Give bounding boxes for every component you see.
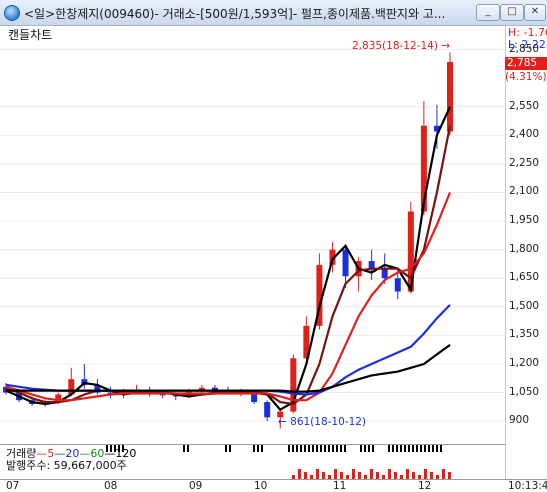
volume-bar xyxy=(344,445,346,452)
volume-bar xyxy=(304,472,307,479)
volume-bar xyxy=(364,445,366,452)
volume-bar xyxy=(312,445,314,452)
volume-bar xyxy=(332,445,334,452)
current-price-badge: 2,785 xyxy=(505,57,547,70)
volume-bar xyxy=(296,445,298,452)
volume-bar xyxy=(436,445,438,452)
x-tick-label: 10 xyxy=(254,480,268,492)
y-tick-label: 2,100 xyxy=(509,185,540,198)
volume-bar xyxy=(412,472,415,479)
volume-bar xyxy=(328,445,330,452)
y-tick-label: 1,200 xyxy=(509,356,540,369)
y-tick-label: 1,800 xyxy=(509,242,540,255)
volume-bar xyxy=(304,445,306,452)
window-title: <일>한창제지(009460)- 거래소-[500원/1,593억]- 펄프,종… xyxy=(24,7,446,21)
volume-bar xyxy=(394,472,397,479)
volume-bar xyxy=(404,445,406,452)
volume-bar xyxy=(368,445,370,452)
volume-bar xyxy=(396,445,398,452)
app-globe-icon[interactable] xyxy=(4,5,20,21)
volume-bar xyxy=(300,445,302,452)
volume-bar xyxy=(336,445,338,452)
y-tick-label: 2,550 xyxy=(509,99,540,112)
low-annotation: ← 861(18-10-12) xyxy=(278,416,367,428)
x-tick-label: 09 xyxy=(189,480,203,492)
volume-bar xyxy=(253,445,255,452)
volume-bar xyxy=(420,445,422,452)
volume-bar xyxy=(229,445,231,452)
volume-bar xyxy=(292,445,294,452)
volume-bar xyxy=(257,445,259,452)
volume-bar xyxy=(372,445,374,452)
volume-bar xyxy=(430,472,433,479)
x-tick-label: 11 xyxy=(333,480,347,492)
volume-bar xyxy=(298,469,301,479)
x-tick-label: 07 xyxy=(6,480,20,492)
y-tick-label: 2,400 xyxy=(509,128,540,141)
y-tick-label: 1,500 xyxy=(509,299,540,312)
volume-bar xyxy=(432,445,434,452)
volume-bar xyxy=(412,445,414,452)
candle-body xyxy=(264,402,271,418)
volume-bar xyxy=(416,445,418,452)
window-titlebar: <일>한창제지(009460)- 거래소-[500원/1,593억]- 펄프,종… xyxy=(0,0,547,26)
volume-bar xyxy=(340,445,342,452)
y-tick-label: 1,350 xyxy=(509,328,540,341)
volume-bar xyxy=(442,469,445,479)
price-chart[interactable] xyxy=(0,40,505,444)
y-tick-label: 900 xyxy=(509,414,530,427)
volume-bar xyxy=(320,445,322,452)
volume-bar xyxy=(388,469,391,479)
volume-bar xyxy=(392,445,394,452)
restore-button[interactable]: □ xyxy=(500,4,524,21)
candle-body xyxy=(342,249,349,277)
x-tick-label: 08 xyxy=(104,480,118,492)
volume-bar xyxy=(376,472,379,479)
volume-bar xyxy=(388,445,390,452)
candle-body xyxy=(447,61,453,132)
clock-readout: 10:13:4 xyxy=(508,480,547,492)
candle-body xyxy=(381,268,388,279)
volume-bar xyxy=(448,472,451,479)
volume-bar xyxy=(316,445,318,452)
change-percent: (4.31%) xyxy=(505,71,547,83)
volume-bar xyxy=(183,445,185,452)
volume-bar xyxy=(428,445,430,452)
volume-bar xyxy=(340,472,343,479)
y-tick-label: 1,650 xyxy=(509,271,540,284)
volume-bar xyxy=(334,469,337,479)
volume-bar xyxy=(352,469,355,479)
volume-bar xyxy=(424,469,427,479)
volume-bar xyxy=(440,445,442,452)
candle-body xyxy=(394,278,401,292)
volume-bar xyxy=(424,445,426,452)
candle-body xyxy=(251,394,258,403)
minimize-button[interactable]: _ xyxy=(476,4,500,21)
y-tick-label: 1,950 xyxy=(509,214,540,227)
volume-bar xyxy=(358,472,361,479)
high-annotation: 2,835(18-12-14) → xyxy=(352,40,451,52)
volume-bar xyxy=(322,472,325,479)
y-tick-label: 2,850 xyxy=(509,42,540,55)
volume-bar xyxy=(324,445,326,452)
volume-bar xyxy=(400,445,402,452)
volume-bar xyxy=(261,445,263,452)
volume-bar xyxy=(406,469,409,479)
volume-bar xyxy=(308,445,310,452)
y-tick-label: 1,050 xyxy=(509,385,540,398)
x-axis xyxy=(0,479,547,492)
candle-body xyxy=(368,261,375,269)
volume-bar xyxy=(316,469,319,479)
volume-bar xyxy=(370,469,373,479)
x-tick-label: 12 xyxy=(418,480,432,492)
volume-bar xyxy=(187,445,189,452)
volume-bar xyxy=(225,445,227,452)
close-button[interactable]: ✕ xyxy=(524,4,546,21)
volume-bar xyxy=(360,445,362,452)
ma-line-60 xyxy=(5,192,452,402)
shares-outstanding: 발행주수: 59,667,000주 xyxy=(6,459,127,472)
volume-bar xyxy=(408,445,410,452)
y-tick-label: 2,250 xyxy=(509,156,540,169)
volume-bar xyxy=(288,445,290,452)
